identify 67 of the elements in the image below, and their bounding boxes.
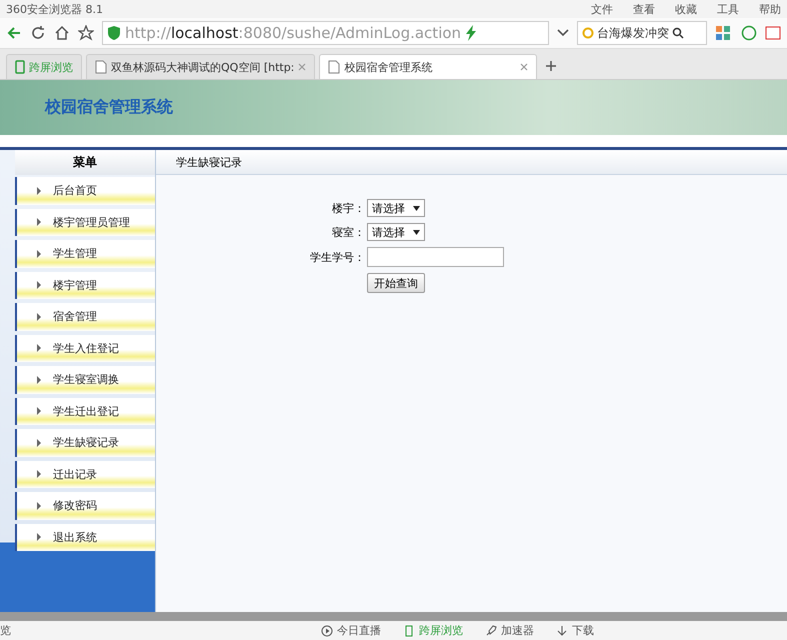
triangle-icon: [37, 470, 41, 478]
menu-item[interactable]: 宿舍管理: [15, 303, 155, 330]
menu-item[interactable]: 学生缺寝记录: [15, 429, 155, 456]
browser-tab[interactable]: 校园宿舍管理系统: [319, 54, 538, 79]
input-field[interactable]: [367, 247, 504, 267]
search-button[interactable]: 开始查询: [367, 273, 425, 293]
dropdown[interactable]: 请选择: [367, 223, 425, 241]
menu-item[interactable]: 迁出记录: [15, 460, 155, 488]
download-icon: [556, 624, 568, 636]
menu-item[interactable]: 楼宇管理员管理: [15, 208, 155, 236]
menu-item[interactable]: 修改密码: [15, 492, 155, 520]
page-heading: 学生缺寝记录: [156, 150, 787, 175]
menu-item[interactable]: 学生管理: [15, 240, 155, 268]
search-field[interactable]: 台海爆发冲突: [577, 21, 707, 45]
triangle-icon: [37, 250, 41, 258]
menu-item[interactable]: 楼宇管理: [15, 272, 155, 299]
apps-icon[interactable]: [715, 25, 733, 41]
bolt-icon: [465, 25, 478, 41]
page-icon: [95, 60, 107, 74]
triangle-icon: [37, 344, 41, 352]
close-icon[interactable]: [520, 63, 528, 71]
triangle-icon: [37, 186, 41, 195]
triangle-icon: [37, 218, 41, 226]
menu-item[interactable]: 学生迁出登记: [15, 398, 155, 425]
field-label: 楼宇：: [331, 200, 365, 216]
triangle-icon: [37, 407, 41, 416]
field-label: 寝室：: [331, 224, 365, 240]
menu-item[interactable]: 后台首页: [15, 177, 155, 204]
play-icon: [321, 624, 333, 636]
back-icon[interactable]: [6, 25, 22, 41]
search-icon[interactable]: [672, 27, 684, 39]
field-label: 学生学号：: [309, 250, 365, 264]
dropdown[interactable]: 请选择: [367, 199, 425, 217]
menu-item[interactable]: 工具: [717, 2, 739, 16]
menu-item[interactable]: 帮助: [759, 2, 781, 16]
app-title: 校园宿舍管理系统: [45, 97, 173, 118]
status-item[interactable]: 今日直播: [321, 623, 381, 638]
caret-icon: [413, 206, 420, 210]
menu-item[interactable]: 文件: [591, 2, 613, 16]
triangle-icon: [37, 533, 41, 542]
triangle-icon: [37, 438, 41, 447]
caret-icon: [413, 230, 420, 234]
chevron-down-icon[interactable]: [557, 27, 569, 39]
menu-item[interactable]: 学生入住登记: [15, 334, 155, 362]
circle-icon: [582, 27, 594, 39]
window-title: 360安全浏览器 8.1: [6, 2, 103, 16]
triangle-icon: [37, 376, 41, 384]
address-field[interactable]: http://localhost:8080/sushe/AdminLog.action: [102, 21, 549, 45]
menu-item[interactable]: 收藏: [675, 2, 697, 16]
menu-item[interactable]: 查看: [633, 2, 655, 16]
triangle-icon: [37, 281, 41, 290]
page-icon: [328, 60, 340, 74]
reload-icon[interactable]: [30, 25, 46, 41]
star-icon[interactable]: [78, 25, 94, 41]
phone-icon: [403, 624, 415, 636]
home-icon[interactable]: [54, 25, 70, 41]
plus-icon[interactable]: [545, 60, 558, 72]
menu-item[interactable]: 学生寝室调换: [15, 366, 155, 394]
triangle-icon: [37, 502, 41, 510]
phone-icon: [15, 60, 25, 74]
status-item[interactable]: 加速器: [485, 623, 534, 638]
browser-tab[interactable]: 双鱼林源码大神调试的QQ空间 [http:: [86, 54, 316, 79]
menu-header: 菜单: [15, 150, 155, 175]
status-item[interactable]: 下载: [556, 623, 594, 638]
triangle-icon: [37, 312, 41, 321]
menu-item[interactable]: 退出系统: [15, 524, 155, 551]
status-text: 览: [0, 623, 11, 638]
